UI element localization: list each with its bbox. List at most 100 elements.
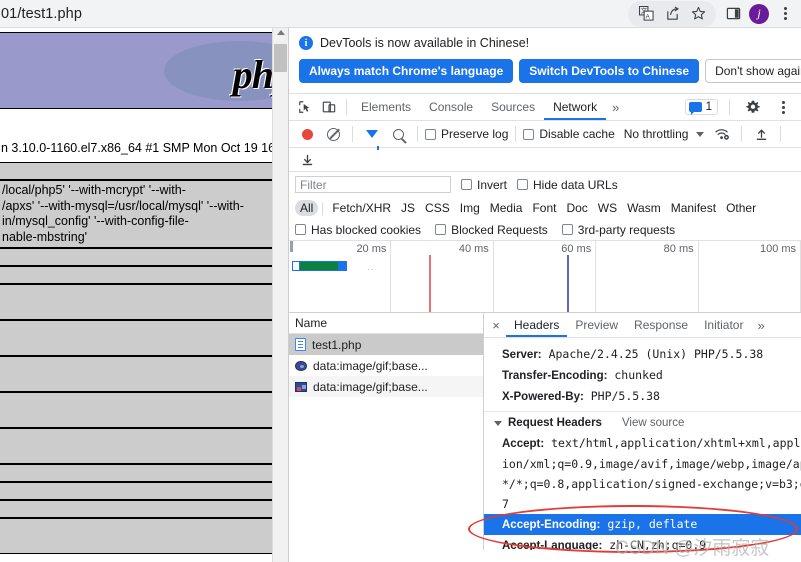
avatar[interactable]: j [746, 1, 772, 27]
view-source-link[interactable]: View source [622, 417, 684, 429]
filter-icon[interactable] [360, 123, 384, 145]
headers-content: Server: Apache/2.4.25 (Unix) PHP/5.5.38 … [484, 338, 801, 550]
type-filter-manifest[interactable]: Manifest [666, 200, 721, 216]
hide-data-urls-checkbox[interactable]: Hide data URLs [517, 178, 618, 192]
collapse-triangle-icon[interactable] [494, 421, 502, 426]
disable-cache-checkbox[interactable]: Disable cache [523, 127, 614, 141]
scroll-up-arrow-icon[interactable] [277, 30, 285, 35]
throttling-select-value[interactable]: No throttling [624, 127, 689, 141]
notification-message: DevTools is now available in Chinese! [320, 36, 529, 50]
checkbox-box[interactable] [435, 224, 446, 235]
blocked-requests-label: Blocked Requests [451, 223, 548, 237]
request-row-data-image-2[interactable]: data:image/gif;base... [289, 376, 483, 397]
header-value: chunked [614, 368, 662, 382]
type-filter-other[interactable]: Other [721, 200, 761, 216]
scrollbar-thumb[interactable] [274, 44, 287, 72]
inspect-element-icon[interactable] [293, 96, 317, 118]
toggle-device-toolbar-icon[interactable] [317, 96, 341, 118]
console-message-count[interactable]: 1 [685, 99, 718, 115]
blocked-requests-checkbox[interactable]: Blocked Requests [435, 223, 548, 237]
preserve-log-checkbox[interactable]: Preserve log [425, 127, 508, 141]
table-row [0, 392, 275, 428]
table-row [0, 162, 275, 180]
checkbox-box[interactable] [517, 179, 528, 190]
share-icon[interactable] [659, 1, 685, 27]
table-row [0, 284, 275, 320]
request-row-test1-php[interactable]: test1.php [289, 334, 483, 355]
tab-response[interactable]: Response [626, 314, 696, 337]
type-filter-font[interactable]: Font [527, 200, 561, 216]
tab-headers[interactable]: Headers [506, 314, 567, 337]
side-panel-icon[interactable] [720, 1, 746, 27]
browser-toolbar-actions: 文 A [628, 0, 801, 28]
type-filter-all[interactable]: All [295, 200, 318, 216]
table-row [0, 482, 275, 500]
disable-cache-label: Disable cache [539, 127, 614, 141]
search-icon[interactable] [386, 123, 410, 145]
tab-elements[interactable]: Elements [352, 95, 420, 120]
third-party-requests-checkbox[interactable]: 3rd-party requests [562, 223, 675, 237]
network-overview-timeline[interactable]: 20 ms 40 ms 60 ms 80 ms 100 ms ·· [289, 241, 801, 313]
type-filter-media[interactable]: Media [485, 200, 528, 216]
checkbox-box[interactable] [461, 179, 472, 190]
page-scrollbar[interactable] [272, 28, 288, 562]
translate-icon[interactable]: 文 A [633, 1, 659, 27]
header-value: Apache/2.4.25 (Unix) PHP/5.5.38 [549, 347, 764, 361]
chevron-down-icon[interactable] [696, 132, 704, 137]
more-details-tabs-icon[interactable]: » [751, 318, 770, 333]
timeline-tick-label: 80 ms [664, 243, 694, 255]
bookmark-star-icon[interactable] [685, 1, 711, 27]
invert-checkbox[interactable]: Invert [461, 178, 507, 192]
request-list: Name test1.php data:image/gif;base... da… [289, 313, 484, 550]
devtools-menu-icon[interactable] [771, 96, 795, 118]
header-key: Server: [502, 349, 542, 361]
tab-network[interactable]: Network [544, 95, 606, 120]
gear-icon[interactable] [741, 96, 765, 118]
checkbox-box[interactable] [425, 129, 436, 140]
timeline-cell: 100 ms [699, 241, 801, 312]
type-filter-wasm[interactable]: Wasm [622, 200, 666, 216]
type-filter-doc[interactable]: Doc [561, 200, 592, 216]
tab-sources[interactable]: Sources [482, 95, 544, 120]
type-filter-img[interactable]: Img [455, 200, 485, 216]
request-header-accept: Accept: text/html,application/xhtml+xml,… [484, 433, 801, 454]
checkbox-box[interactable] [295, 224, 306, 235]
export-har-icon[interactable] [749, 123, 773, 145]
network-split-view: Name test1.php data:image/gif;base... da… [289, 313, 801, 550]
type-filter-css[interactable]: CSS [420, 200, 455, 216]
close-icon[interactable]: × [486, 315, 506, 335]
chrome-menu-icon[interactable] [772, 1, 798, 27]
tab-preview[interactable]: Preview [567, 314, 626, 337]
import-har-icon[interactable] [295, 149, 319, 171]
divider [346, 99, 347, 115]
request-row-data-image-1[interactable]: data:image/gif;base... [289, 355, 483, 376]
timeline-tick-label: 20 ms [356, 243, 386, 255]
tab-initiator[interactable]: Initiator [696, 314, 751, 337]
type-filter-fetch-xhr[interactable]: Fetch/XHR [327, 200, 396, 216]
tab-console[interactable]: Console [420, 95, 482, 120]
record-button[interactable] [295, 123, 319, 145]
divider [729, 99, 730, 115]
request-list-column-header[interactable]: Name [289, 313, 483, 334]
more-tabs-icon[interactable]: » [606, 100, 625, 115]
checkbox-box[interactable] [523, 129, 534, 140]
dont-show-again-button[interactable]: Don't show again [705, 59, 801, 83]
divider [515, 126, 516, 142]
switch-devtools-language-button[interactable]: Switch DevTools to Chinese [519, 59, 699, 83]
divider [741, 126, 742, 142]
header-value: zh-CN,zh;q=0.9 [609, 538, 706, 550]
checkbox-box[interactable] [562, 224, 573, 235]
filter-input[interactable] [295, 176, 451, 193]
address-bar-url[interactable]: 01/test1.php [0, 6, 82, 22]
response-header-server: Server: Apache/2.4.25 (Unix) PHP/5.5.38 [484, 344, 801, 365]
has-blocked-cookies-checkbox[interactable]: Has blocked cookies [295, 223, 421, 237]
devtools-language-notification: i DevTools is now available in Chinese! … [289, 28, 801, 94]
request-name: data:image/gif;base... [313, 380, 428, 394]
request-headers-section[interactable]: Request Headers View source [484, 411, 801, 433]
header-key: Accept-Encoding: [502, 519, 600, 531]
network-conditions-icon[interactable] [710, 123, 734, 145]
always-match-language-button[interactable]: Always match Chrome's language [299, 59, 513, 83]
type-filter-js[interactable]: JS [396, 200, 420, 216]
clear-icon[interactable] [321, 123, 345, 145]
type-filter-ws[interactable]: WS [593, 200, 622, 216]
